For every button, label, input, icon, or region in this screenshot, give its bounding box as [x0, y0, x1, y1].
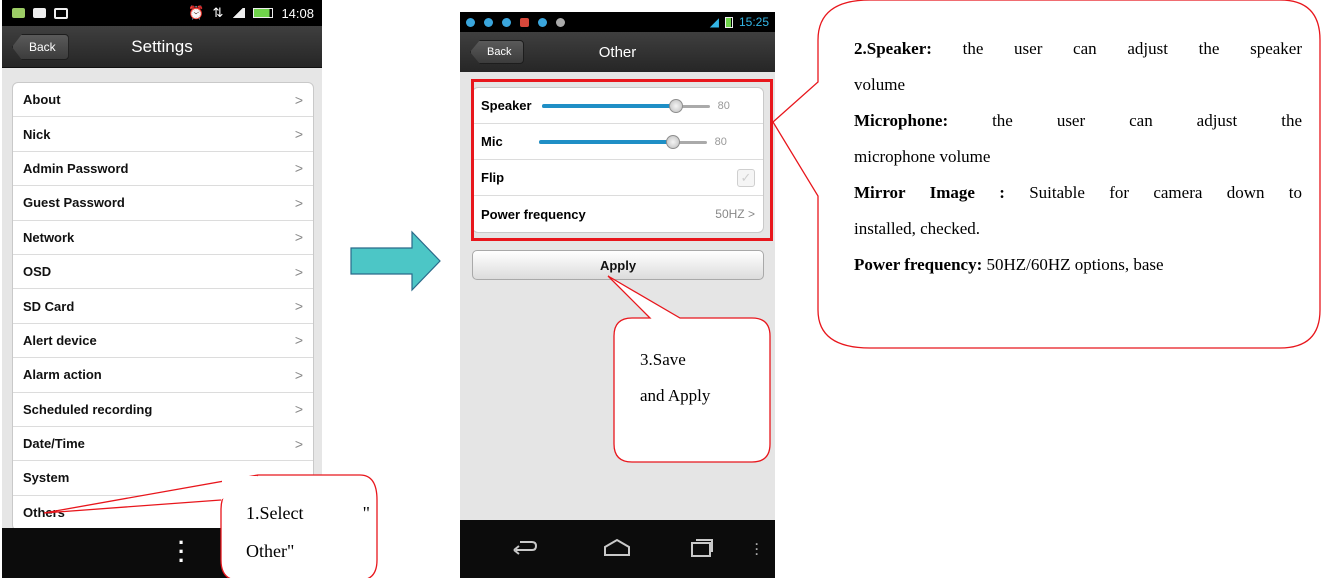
settings-item-osd[interactable]: OSD > — [13, 255, 313, 290]
page-title: Settings — [131, 36, 193, 56]
settings-item-system[interactable]: System > — [13, 461, 313, 496]
recent-apps-icon[interactable] — [688, 537, 714, 559]
settings-item-label: About — [23, 92, 61, 108]
settings-phone-screenshot: ⏰ ⇅ 14:08 Back Settings About > Nick > Admin… — [2, 0, 322, 578]
notification-icon — [556, 17, 565, 27]
settings-list: About > Nick > Admin Password > Guest Password… — [12, 82, 314, 532]
wifi-icon: ◢ — [709, 15, 719, 29]
save-apply-callout-text: 3.Save and Apply — [640, 350, 711, 405]
title-bar: Back Settings — [2, 26, 322, 68]
home-icon[interactable] — [602, 537, 632, 559]
settings-item-admin-password[interactable]: Admin Password > — [13, 152, 313, 187]
battery-icon — [724, 16, 733, 28]
settings-item-label: Admin Password — [23, 160, 129, 176]
navigation-bar: · · · — [460, 520, 775, 578]
chevron-right-icon: > — [294, 91, 303, 108]
settings-item-label: Alarm action — [23, 367, 102, 383]
settings-item-nick[interactable]: Nick > — [13, 117, 313, 152]
notification-icon — [538, 17, 547, 27]
settings-item-label: Scheduled recording — [23, 401, 153, 417]
android-icon — [12, 8, 25, 18]
settings-item-label: Date/Time — [23, 436, 85, 452]
settings-item-scheduled-recording[interactable]: Scheduled recording > — [13, 393, 313, 427]
settings-item-label: Guest Password — [23, 195, 125, 211]
right-arrow-icon — [350, 230, 441, 292]
battery-icon — [253, 8, 274, 18]
gallery-icon — [33, 8, 46, 18]
page-title: Other — [598, 43, 637, 61]
chevron-right-icon: > — [294, 263, 303, 280]
chevron-right-icon: > — [294, 435, 303, 452]
back-button[interactable]: Back — [12, 34, 69, 60]
settings-item-date-time[interactable]: Date/Time > — [13, 427, 313, 462]
back-nav-icon[interactable] — [512, 537, 538, 559]
chevron-right-icon: > — [294, 229, 303, 246]
notification-icon — [520, 17, 529, 27]
notification-icon — [502, 17, 511, 27]
chevron-right-icon: > — [294, 126, 303, 143]
chevron-right-icon: > — [294, 469, 303, 486]
apply-button[interactable]: Apply — [472, 250, 764, 280]
settings-item-label: OSD — [23, 264, 52, 280]
chevron-right-icon: > — [294, 366, 303, 383]
status-time: 14:08 — [281, 5, 314, 21]
settings-item-label: Alert device — [23, 332, 97, 348]
select-other-callout-text: 1.Select " Other" — [246, 503, 370, 561]
notification-icon — [466, 17, 475, 27]
chevron-right-icon: > — [294, 194, 303, 211]
alarm-icon: ⏰ — [188, 5, 205, 20]
menu-icon[interactable]: · · · — [178, 532, 185, 572]
settings-item-network[interactable]: Network > — [13, 221, 313, 255]
status-bar: ◢ 15:25 — [460, 12, 775, 32]
title-bar: Back Other — [460, 32, 775, 72]
mail-icon — [54, 7, 68, 19]
chevron-right-icon: > — [294, 298, 303, 315]
data-transfer-icon: ⇅ — [212, 5, 224, 20]
settings-item-label: Nick — [23, 126, 51, 142]
chevron-right-icon: > — [294, 401, 303, 418]
status-bar: ⏰ ⇅ 14:08 — [2, 0, 322, 26]
settings-item-alarm-action[interactable]: Alarm action > — [13, 358, 313, 393]
menu-icon[interactable]: · · · — [754, 538, 760, 560]
signal-icon — [231, 8, 246, 18]
settings-item-alert-device[interactable]: Alert device > — [13, 324, 313, 359]
chevron-right-icon: > — [294, 332, 303, 349]
settings-item-label: Others — [23, 505, 65, 521]
settings-highlight-box — [471, 79, 773, 241]
back-button[interactable]: Back — [470, 40, 525, 64]
status-time: 15:25 — [738, 15, 769, 29]
settings-item-sd-card[interactable]: SD Card > — [13, 289, 313, 324]
description-callout-text: 2.Speaker: the user can adjust the speak… — [854, 39, 1303, 274]
settings-item-guest-password[interactable]: Guest Password > — [13, 186, 313, 221]
chevron-right-icon: > — [294, 160, 303, 177]
notification-icon — [484, 17, 493, 27]
settings-item-about[interactable]: About > — [13, 83, 313, 118]
settings-item-label: SD Card — [23, 298, 75, 314]
settings-item-label: Network — [23, 229, 75, 245]
settings-item-label: System — [23, 470, 70, 486]
